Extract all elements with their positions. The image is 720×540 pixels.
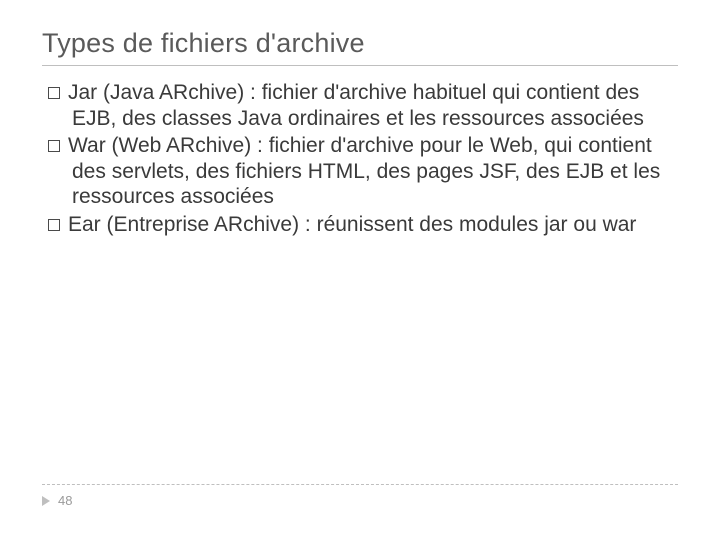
slide-footer: 48 [0, 484, 720, 508]
item-text: War (Web ARchive) : fichier d'archive po… [68, 134, 660, 208]
footer-row: 48 [42, 493, 678, 508]
slide-body: Jar (Java ARchive) : fichier d'archive h… [42, 80, 678, 238]
footer-rule [42, 484, 678, 485]
bullet-icon [48, 219, 60, 231]
item-text: Ear (Entreprise ARchive) : réunissent de… [68, 213, 636, 236]
item-text: Jar (Java ARchive) : fichier d'archive h… [68, 81, 644, 130]
bullet-icon [48, 140, 60, 152]
slide-title: Types de fichiers d'archive [42, 28, 678, 59]
title-rule [42, 65, 678, 66]
list-item: Jar (Java ARchive) : fichier d'archive h… [42, 80, 678, 131]
slide: Types de fichiers d'archive Jar (Java AR… [0, 0, 720, 540]
page-number: 48 [58, 493, 72, 508]
bullet-icon [48, 87, 60, 99]
list-item: War (Web ARchive) : fichier d'archive po… [42, 133, 678, 210]
list-item: Ear (Entreprise ARchive) : réunissent de… [42, 212, 678, 238]
arrow-icon [42, 496, 50, 506]
